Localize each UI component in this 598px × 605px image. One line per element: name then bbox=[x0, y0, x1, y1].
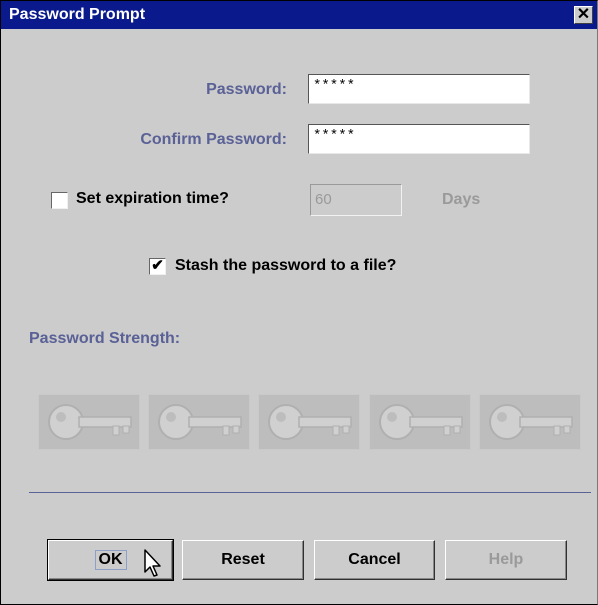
title-bar[interactable]: Password Prompt ✕ bbox=[1, 1, 597, 29]
checkmark-icon: ✔ bbox=[151, 257, 164, 274]
confirm-password-label: Confirm Password: bbox=[140, 131, 287, 148]
divider bbox=[29, 492, 591, 493]
help-button-label: Help bbox=[488, 551, 524, 568]
key-icon bbox=[148, 394, 250, 450]
key-icon bbox=[369, 394, 471, 450]
cancel-button[interactable]: Cancel bbox=[314, 540, 435, 580]
close-icon: ✕ bbox=[576, 6, 591, 23]
password-field[interactable]: ***** bbox=[308, 74, 530, 104]
dialog-title: Password Prompt bbox=[9, 6, 146, 23]
password-prompt-dialog: Password Prompt ✕ Password: ***** Confir… bbox=[0, 0, 598, 605]
key-icon bbox=[479, 394, 581, 450]
confirm-password-field[interactable]: ***** bbox=[308, 124, 530, 154]
help-button: Help bbox=[445, 540, 567, 580]
key-icon bbox=[38, 394, 140, 450]
ok-button-label: OK bbox=[94, 550, 127, 570]
close-button[interactable]: ✕ bbox=[574, 6, 593, 24]
reset-button-label: Reset bbox=[221, 551, 265, 568]
key-icon bbox=[258, 394, 360, 450]
expiration-checkbox[interactable] bbox=[51, 192, 68, 209]
stash-checkbox[interactable]: ✔ bbox=[149, 258, 166, 275]
password-strength-label: Password Strength: bbox=[29, 330, 181, 347]
expiration-checkbox-label[interactable]: Set expiration time? bbox=[76, 190, 229, 208]
cancel-button-label: Cancel bbox=[348, 551, 401, 568]
days-label: Days bbox=[442, 191, 481, 208]
password-label: Password: bbox=[206, 81, 287, 98]
mouse-cursor-icon bbox=[144, 549, 161, 577]
reset-button[interactable]: Reset bbox=[182, 540, 304, 580]
expiration-days-field: 60 bbox=[310, 184, 402, 216]
stash-checkbox-label[interactable]: Stash the password to a file? bbox=[175, 257, 396, 275]
